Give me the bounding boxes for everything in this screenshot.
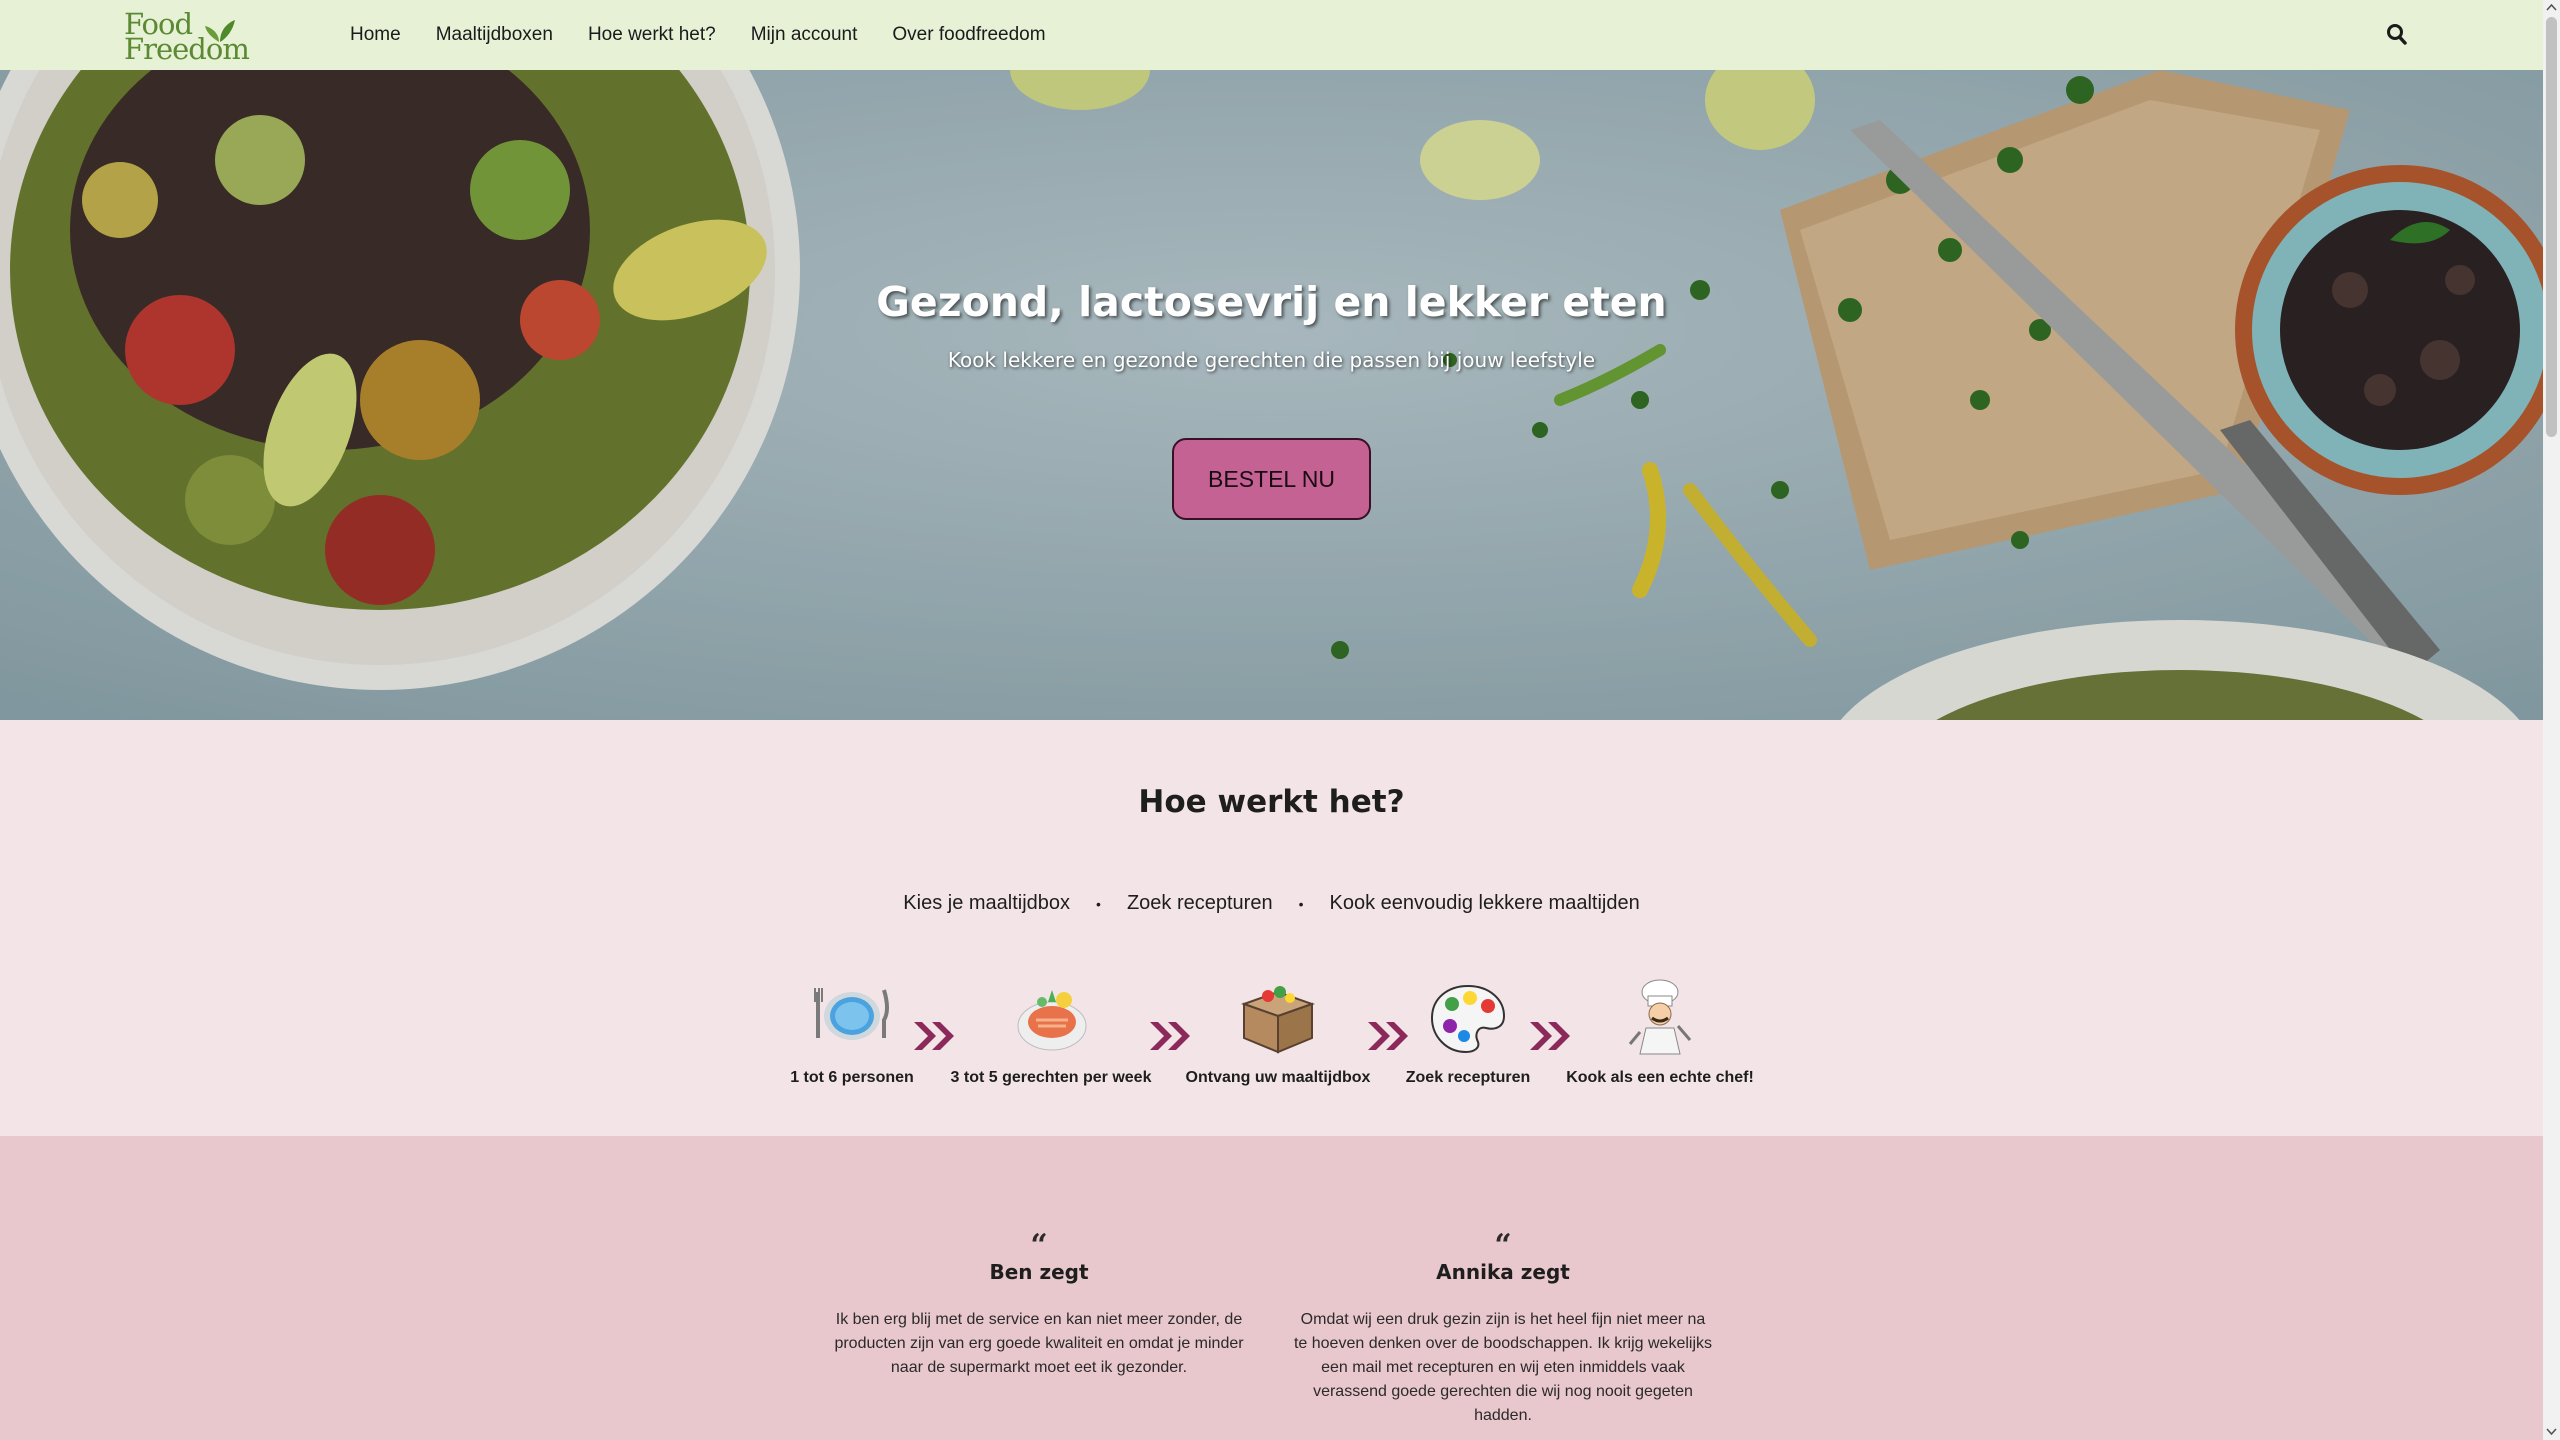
step-label: 3 tot 5 gerechten per week	[950, 1069, 1152, 1086]
palette-icon	[1430, 984, 1506, 1054]
testimonial-author: Ben zegt	[989, 1260, 1089, 1284]
testimonial-text: Omdat wij een druk gezin zijn is het hee…	[1293, 1311, 1713, 1424]
order-now-button[interactable]: BESTEL NU	[1172, 438, 1371, 520]
steps-summary: Kies je maaltijdbox • Zoek recepturen • …	[0, 892, 2543, 915]
steps-summary-item: Zoek recepturen	[1126, 892, 1273, 914]
steps-summary-item: Kook eenvoudig lekkere maaltijden	[1329, 892, 1640, 914]
main-nav: Home Maaltijdboxen Hoe werkt het? Mijn a…	[350, 0, 1081, 70]
step-label: Zoek recepturen	[1405, 1069, 1531, 1086]
nav-mijn-account[interactable]: Mijn account	[751, 24, 858, 46]
testimonial-text: Ik ben erg blij met de service en kan ni…	[834, 1311, 1244, 1376]
double-chevron-icon	[1150, 1022, 1190, 1050]
testimonial-author: Annika zegt	[1436, 1260, 1570, 1284]
step-label: Kook als een echte chef!	[1566, 1069, 1754, 1086]
scrollbar-thumb[interactable]	[2546, 17, 2557, 437]
step-label: 1 tot 6 personen	[790, 1069, 914, 1086]
nav-maaltijdboxen[interactable]: Maaltijdboxen	[436, 24, 553, 46]
quote-icon: “	[1030, 1228, 1048, 1263]
nav-over-foodfreedom[interactable]: Over foodfreedom	[892, 24, 1045, 46]
hero-food-image	[0, 70, 2543, 720]
steps-separator: •	[1096, 895, 1101, 912]
scroll-up-icon[interactable]	[2546, 2, 2557, 14]
steps-summary-item: Kies je maaltijdbox	[903, 892, 1071, 914]
chef-icon	[1628, 979, 1692, 1055]
double-chevron-icon	[1530, 1022, 1570, 1050]
search-icon[interactable]	[2386, 22, 2408, 46]
step-label: Ontvang uw maaltijdbox	[1185, 1069, 1371, 1086]
dish-icon	[1017, 990, 1087, 1051]
leaf-icon	[205, 20, 235, 42]
site-header: Food Freedom Home Maaltijdboxen Hoe werk…	[0, 0, 2543, 70]
site-logo[interactable]: Food Freedom	[120, 10, 250, 64]
box-icon	[1240, 986, 1316, 1054]
hero-title: Gezond, lactosevrij en lekker eten	[876, 278, 1667, 326]
nav-hoe-werkt-het[interactable]: Hoe werkt het?	[588, 24, 716, 46]
scroll-down-icon[interactable]	[2546, 1425, 2557, 1437]
hero-banner: Gezond, lactosevrij en lekker eten Kook …	[0, 70, 2543, 720]
quote-icon: “	[1494, 1228, 1512, 1263]
hero-subtitle: Kook lekkere en gezonde gerechten die pa…	[947, 348, 1596, 372]
double-chevron-icon	[1368, 1022, 1408, 1050]
double-chevron-icon	[914, 1022, 954, 1050]
nav-home[interactable]: Home	[350, 24, 401, 46]
how-it-works-title: Hoe werkt het?	[1138, 784, 1405, 820]
steps-separator: •	[1298, 895, 1304, 912]
plate-icon	[814, 988, 889, 1040]
testimonials-section: “ Ben zegt Ik ben erg blij met de servic…	[0, 1136, 2543, 1440]
